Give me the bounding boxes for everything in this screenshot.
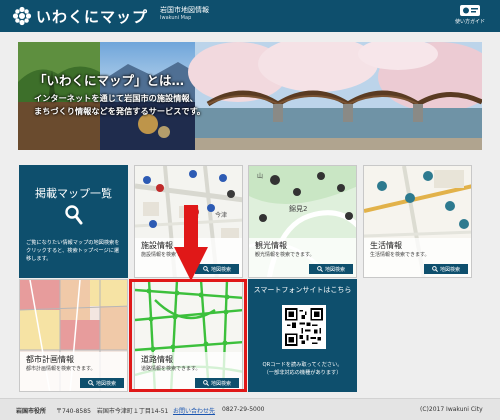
usage-guide-button[interactable]: 使い方ガイド <box>450 3 490 29</box>
tourism-map-search-label: 地図検索 <box>324 266 345 273</box>
qr-code-icon <box>285 308 323 346</box>
tourism-map-label-mountain: 山 <box>257 173 264 180</box>
living-map-search-button[interactable]: 地図検索 <box>424 264 468 274</box>
tile-tourism-name: 観光情報 <box>255 241 287 250</box>
qr-note: （一部非対応の機種があります） <box>263 370 342 376</box>
smartphone-site-description: QRコードを読み取ってください。 （一部非対応の機種があります） <box>248 361 357 377</box>
footer-copyright: (C)2017 Iwakuni City <box>420 406 483 413</box>
site-subtitle: 岩国市地図情報 Iwakuni Map <box>160 6 209 22</box>
hero-line-2: まちづくり情報などを発信するサービスです。 <box>34 106 206 116</box>
hero-banner: 「いわくにマップ」とは… インターネットを通じて岩国市の施設情報、 まちづくり情… <box>18 42 482 150</box>
search-icon <box>317 266 323 272</box>
footer-org: 岩国市役所 <box>16 408 47 415</box>
search-icon <box>65 205 83 225</box>
site-title: いわくにマップ <box>36 7 149 26</box>
guide-book-icon <box>460 5 480 16</box>
tourism-map-label-place: 錦見2 <box>289 205 308 213</box>
footer-phone: 0827-29-5000 <box>222 406 265 413</box>
subtitle-en: Iwakuni Map <box>160 15 192 21</box>
tile-tourism[interactable]: 山 錦見2 観光情報 観光情報を検索できます。 地図検索 <box>248 165 357 278</box>
down-arrow-icon <box>174 205 208 281</box>
hero-line-1: インターネットを通じて岩国市の施設情報、 <box>34 93 198 103</box>
tile-living-name: 生活情報 <box>370 241 402 250</box>
site-header: いわくにマップ 岩国市地図情報 Iwakuni Map 使い方ガイド <box>0 0 500 32</box>
tile-urban-name: 都市計画情報 <box>26 355 74 364</box>
living-map-search-label: 地図検索 <box>439 266 460 273</box>
tile-living[interactable]: 生活情報 生活情報を検索できます。 地図検索 <box>363 165 472 278</box>
urban-map-search-button[interactable]: 地図検索 <box>80 378 124 388</box>
facility-map-search-label: 地図検索 <box>210 266 231 273</box>
qr-code <box>282 305 326 349</box>
logo-mark-icon <box>12 6 32 26</box>
highlight-box <box>129 279 247 392</box>
facility-map-label: 今津 <box>215 212 228 219</box>
map-list-panel: 掲載マップ一覧 ご覧になりたい情報マップの地図検索をクリックすると、検索トップペ… <box>19 165 128 278</box>
smartphone-site-panel: スマートフォンサイトはこちら QRコードを読み取ってください。 （一部非対応の機… <box>248 279 357 392</box>
footer-contact-link[interactable]: お問い合わせ先 <box>173 406 215 415</box>
tile-living-desc: 生活情報を検索できます。 <box>370 252 430 258</box>
hero-description: インターネットを通じて岩国市の施設情報、 まちづくり情報などを発信するサービスで… <box>34 92 205 118</box>
tile-urban-desc: 都市計画情報を検索できます。 <box>26 366 96 372</box>
tourism-map-search-button[interactable]: 地図検索 <box>309 264 353 274</box>
qr-instruction: QRコードを読み取ってください。 <box>262 362 343 368</box>
site-logo[interactable]: いわくにマップ <box>12 5 148 27</box>
hero-title: 「いわくにマップ」とは… <box>34 73 185 88</box>
tile-urban-planning[interactable]: 都市計画情報 都市計画情報を検索できます。 地図検索 <box>19 279 128 392</box>
map-list-title: 掲載マップ一覧 <box>35 187 112 200</box>
search-icon <box>88 380 94 386</box>
footer-address: 〒740-8585 岩国市今津町１丁目14-51 <box>56 408 169 415</box>
search-icon <box>432 266 438 272</box>
smartphone-site-title[interactable]: スマートフォンサイトはこちら <box>248 285 357 295</box>
usage-guide-label: 使い方ガイド <box>454 19 485 25</box>
tile-tourism-desc: 観光情報を検索できます。 <box>255 252 315 258</box>
subtitle-ja: 岩国市地図情報 <box>160 6 209 14</box>
map-list-description: ご覧になりたい情報マップの地図検索をクリックすると、検索トップページに遷移します… <box>26 240 120 262</box>
site-footer: 岩国市役所 〒740-8585 岩国市今津町１丁目14-51 お問い合わせ先 0… <box>0 398 500 420</box>
urban-map-search-label: 地図検索 <box>95 380 116 387</box>
